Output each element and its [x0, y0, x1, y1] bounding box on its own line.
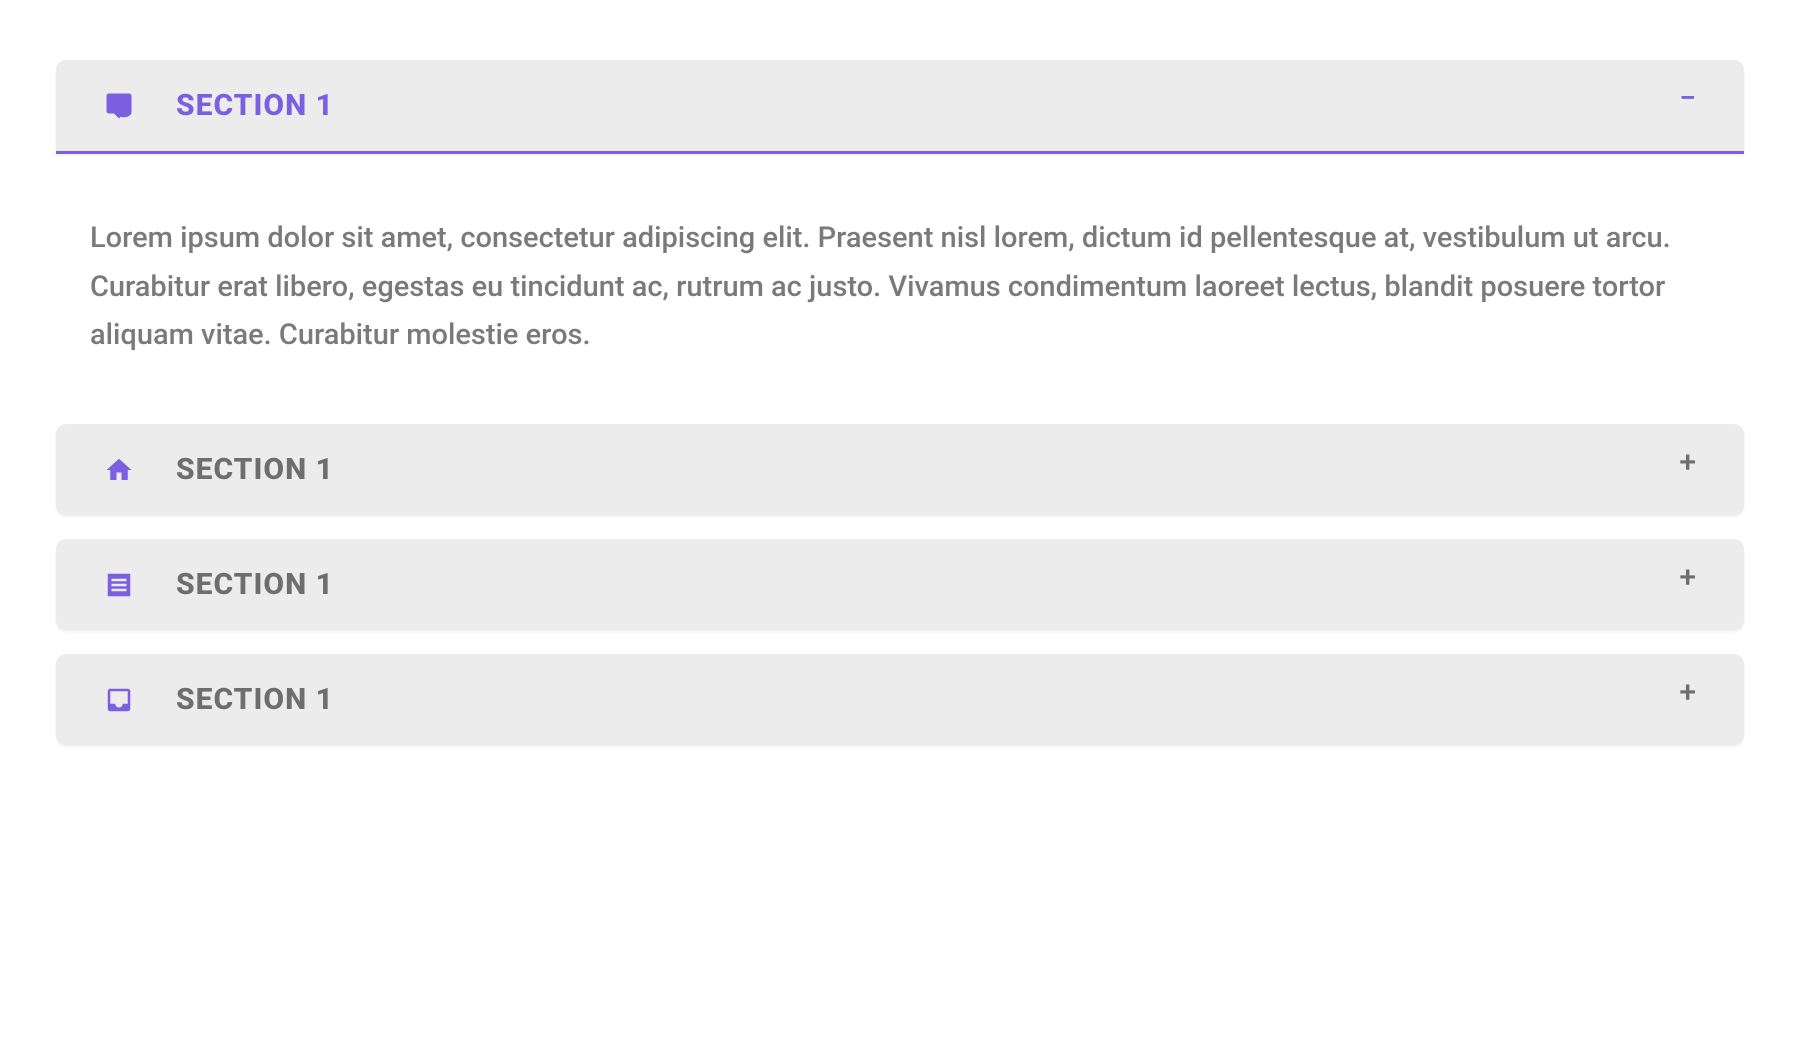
content-text: Lorem ipsum dolor sit amet, consectetur …: [90, 214, 1710, 360]
accordion-header-1[interactable]: SECTION 1 −: [56, 60, 1744, 154]
accordion: SECTION 1 − Lorem ipsum dolor sit amet, …: [56, 60, 1744, 745]
section-title: SECTION 1: [176, 567, 334, 602]
minus-icon: −: [1679, 84, 1696, 114]
accordion-item-4: SECTION 1 +: [56, 654, 1744, 745]
accordion-header-2[interactable]: SECTION 1 +: [56, 424, 1744, 515]
chat-icon: [104, 91, 134, 121]
accordion-header-3[interactable]: SECTION 1 +: [56, 539, 1744, 630]
plus-icon: +: [1679, 448, 1696, 478]
inbox-icon: [104, 685, 134, 715]
accordion-item-1: SECTION 1 − Lorem ipsum dolor sit amet, …: [56, 60, 1744, 400]
accordion-item-3: SECTION 1 +: [56, 539, 1744, 630]
accordion-header-4[interactable]: SECTION 1 +: [56, 654, 1744, 745]
section-title: SECTION 1: [176, 88, 334, 123]
accordion-item-2: SECTION 1 +: [56, 424, 1744, 515]
plus-icon: +: [1679, 563, 1696, 593]
section-title: SECTION 1: [176, 452, 334, 487]
home-icon: [104, 455, 134, 485]
list-icon: [104, 570, 134, 600]
accordion-content-1: Lorem ipsum dolor sit amet, consectetur …: [56, 154, 1744, 400]
plus-icon: +: [1679, 678, 1696, 708]
section-title: SECTION 1: [176, 682, 334, 717]
